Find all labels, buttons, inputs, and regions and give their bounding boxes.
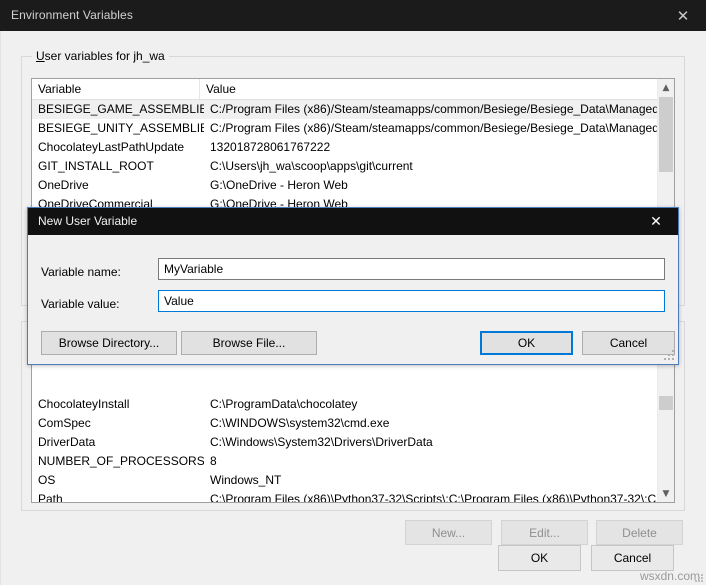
user-variables-list[interactable]: Variable Value BESIEGE_GAME_ASSEMBLIES C… (31, 78, 675, 224)
variable-value-label: Variable value: (41, 297, 120, 311)
system-variables-list[interactable]: ChocolateyInstall C:\ProgramData\chocola… (31, 343, 675, 503)
browse-file-label: Browse File... (212, 336, 286, 350)
dialog-titlebar: New User Variable ✕ (28, 208, 678, 235)
table-row[interactable]: BESIEGE_UNITY_ASSEMBLIES C:/Program File… (32, 119, 674, 138)
resize-grip-icon[interactable] (664, 350, 675, 361)
cell-variable: DriverData (38, 435, 96, 449)
user-variables-header: Variable Value (32, 79, 674, 100)
cell-variable: OS (38, 473, 56, 487)
browse-file-button[interactable]: Browse File... (181, 331, 317, 355)
cell-variable: GIT_INSTALL_ROOT (38, 159, 154, 173)
cell-value: 132018728061767222 (210, 140, 331, 154)
cell-value: G:\OneDrive - Heron Web (210, 178, 348, 192)
cell-variable: ChocolateyLastPathUpdate (38, 140, 185, 154)
variable-name-input[interactable] (158, 258, 665, 280)
scrollbar-thumb[interactable] (659, 396, 673, 410)
cell-value: C:\WINDOWS\system32\cmd.exe (210, 416, 390, 430)
table-row[interactable]: NUMBER_OF_PROCESSORS 8 (32, 452, 674, 471)
user-list-scrollbar[interactable]: ▲ (657, 79, 674, 223)
cell-value: C:\Program Files (x86)\Python37-32\Scrip… (210, 492, 670, 502)
column-header-variable[interactable]: Variable (32, 79, 200, 99)
cell-variable: OneDrive (38, 178, 89, 192)
table-row[interactable]: OneDrive G:\OneDrive - Heron Web (32, 176, 674, 195)
cancel-button-label: Cancel (613, 551, 652, 565)
cell-variable: Path (38, 492, 63, 502)
scrollbar-thumb[interactable] (659, 97, 673, 172)
new-user-variable-dialog: New User Variable ✕ Variable name: Varia… (27, 207, 679, 365)
edit-button-label: Edit... (529, 525, 560, 540)
table-row[interactable]: ChocolateyLastPathUpdate 132018728061767… (32, 138, 674, 157)
new-button-label: New... (431, 525, 466, 540)
dialog-cancel-button[interactable]: Cancel (582, 331, 675, 355)
column-header-value[interactable]: Value (200, 79, 670, 99)
watermark: wsxdn.com (639, 569, 700, 583)
cell-value: C:/Program Files (x86)/Steam/steamapps/c… (210, 121, 663, 135)
dialog-cancel-label: Cancel (609, 336, 648, 350)
cell-value: C:\Windows\System32\Drivers\DriverData (210, 435, 433, 449)
table-row[interactable]: BESIEGE_GAME_ASSEMBLIES C:/Program Files… (32, 100, 674, 119)
cancel-button[interactable]: Cancel (591, 545, 674, 571)
system-variables-rows: ChocolateyInstall C:\ProgramData\chocola… (32, 344, 674, 502)
browse-directory-label: Browse Directory... (58, 336, 160, 350)
cell-variable: BESIEGE_GAME_ASSEMBLIES (38, 102, 204, 116)
dialog-title: New User Variable (38, 214, 138, 228)
browse-directory-button[interactable]: Browse Directory... (41, 331, 177, 355)
dialog-ok-label: OK (517, 336, 536, 350)
table-row[interactable]: ChocolateyInstall C:\ProgramData\chocola… (32, 395, 674, 414)
cell-value: C:\ProgramData\chocolatey (210, 397, 358, 411)
cell-variable: ChocolateyInstall (38, 397, 130, 411)
user-variables-rows: BESIEGE_GAME_ASSEMBLIES C:/Program Files… (32, 100, 674, 223)
dialog-ok-button[interactable]: OK (480, 331, 573, 355)
cell-variable: ComSpec (38, 416, 91, 430)
ok-button[interactable]: OK (498, 545, 581, 571)
window-titlebar: Environment Variables ✕ (0, 0, 706, 31)
environment-variables-window: Environment Variables ✕ User variables f… (0, 0, 706, 585)
table-row[interactable]: Path C:\Program Files (x86)\Python37-32\… (32, 490, 674, 502)
table-row[interactable]: OS Windows_NT (32, 471, 674, 490)
variable-value-input[interactable] (158, 290, 665, 312)
chevron-up-icon[interactable]: ▲ (658, 79, 674, 96)
ok-button-label: OK (530, 551, 549, 565)
table-row[interactable]: DriverData C:\Windows\System32\Drivers\D… (32, 433, 674, 452)
user-variables-legend: User variables for jh_wa (32, 49, 169, 63)
table-row[interactable]: ComSpec C:\WINDOWS\system32\cmd.exe (32, 414, 674, 433)
cell-variable: BESIEGE_UNITY_ASSEMBLIES (38, 121, 204, 135)
chevron-down-icon[interactable]: ▼ (658, 485, 674, 502)
cell-value: Windows_NT (210, 473, 282, 487)
cell-value: C:/Program Files (x86)/Steam/steamapps/c… (210, 102, 663, 116)
cell-variable: NUMBER_OF_PROCESSORS (38, 454, 204, 468)
cell-value: C:\Users\jh_wa\scoop\apps\git\current (210, 159, 413, 173)
close-icon[interactable]: ✕ (660, 0, 706, 31)
window-resize-grip-icon[interactable] (695, 574, 704, 583)
delete-button-label: Delete (622, 525, 657, 540)
delete-button[interactable]: Delete (596, 520, 683, 545)
close-icon[interactable]: ✕ (634, 208, 678, 235)
variable-name-label: Variable name: (41, 265, 121, 279)
table-row[interactable]: GIT_INSTALL_ROOT C:\Users\jh_wa\scoop\ap… (32, 157, 674, 176)
user-variables-legend-accel: U (36, 49, 45, 63)
edit-button[interactable]: Edit... (501, 520, 588, 545)
cell-value: 8 (210, 454, 217, 468)
user-variables-legend-rest: ser variables for jh_wa (44, 49, 165, 63)
window-title: Environment Variables (11, 8, 133, 22)
new-button[interactable]: New... (405, 520, 492, 545)
system-list-scrollbar[interactable]: ▼ (657, 344, 674, 502)
